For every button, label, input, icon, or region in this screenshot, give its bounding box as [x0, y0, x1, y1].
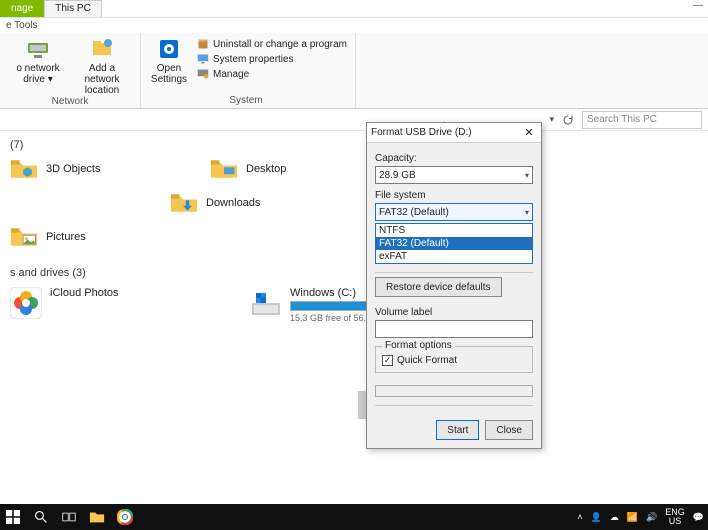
ribbon-label: Settings [151, 74, 187, 85]
ribbon-list-label: System properties [213, 54, 294, 65]
filesystem-select[interactable]: FAT32 (Default) ▾ [375, 203, 533, 221]
dialog-title: Format USB Drive (D:) [371, 127, 472, 138]
ribbon-group-label: Network [52, 96, 89, 107]
start-button[interactable] [4, 508, 22, 526]
drive-placeholder [358, 391, 366, 419]
file-explorer-taskbar[interactable] [88, 508, 106, 526]
network-drive-icon [26, 37, 50, 61]
notifications-icon[interactable]: 💬 [693, 512, 704, 523]
chevron-down-icon: ▾ [525, 171, 529, 180]
network-location-icon [90, 37, 114, 61]
folder-downloads[interactable]: Downloads [170, 191, 330, 215]
ribbon-group-label: System [229, 95, 262, 106]
folder-label: Desktop [246, 163, 286, 175]
windows-icon [6, 510, 20, 524]
task-view-button[interactable] [60, 508, 78, 526]
filesystem-label: File system [375, 190, 533, 201]
ribbon-list-label: Uninstall or change a program [213, 39, 347, 50]
quick-format-checkbox[interactable]: ✓ [382, 355, 393, 366]
separator [375, 405, 533, 406]
settings-icon [157, 37, 181, 61]
manage-button[interactable]: Manage [197, 67, 347, 81]
format-dialog: Format USB Drive (D:) ✕ Capacity: 28.9 G… [366, 122, 542, 449]
search-icon [34, 510, 48, 524]
close-dialog-button[interactable]: Close [485, 420, 533, 440]
map-network-drive-button[interactable]: o network drive ▾ [8, 37, 68, 85]
capacity-label: Capacity: [375, 153, 533, 164]
tray-cloud-icon[interactable]: ☁ [610, 512, 619, 523]
tray-network-icon[interactable]: 📶 [627, 512, 638, 523]
monitor-icon [197, 53, 209, 65]
taskbar: ˄ 👤 ☁ 📶 🔊 ENG US 💬 [0, 504, 708, 530]
manage-icon [197, 68, 209, 80]
capacity-select[interactable]: 28.9 GB ▾ [375, 166, 533, 184]
window-control[interactable]: ― [688, 0, 708, 18]
refresh-button[interactable] [560, 112, 576, 128]
lang-bottom: US [665, 517, 685, 526]
format-options-legend: Format options [382, 340, 455, 351]
ribbon: o network drive ▾ Add a network location… [0, 33, 708, 109]
folder-label: Pictures [46, 231, 86, 243]
close-button[interactable]: ✕ [521, 125, 537, 141]
system-properties-button[interactable]: System properties [197, 52, 347, 66]
folder-icon [210, 157, 238, 181]
ribbon-list-label: Manage [213, 69, 249, 80]
volume-label-input[interactable] [375, 320, 533, 338]
open-settings-button[interactable]: Open Settings [145, 37, 193, 85]
capacity-value: 28.9 GB [379, 170, 416, 181]
folder-icon [170, 191, 198, 215]
folder-label: 3D Objects [46, 163, 100, 175]
ribbon-label: Add a network [72, 63, 132, 85]
folder-pictures[interactable]: Pictures [10, 225, 170, 249]
separator [375, 272, 533, 273]
filesystem-option-exfat[interactable]: exFAT [376, 250, 532, 263]
format-options-fieldset: Format options ✓ Quick Format [375, 346, 533, 373]
filesystem-value: FAT32 (Default) [379, 207, 449, 218]
folder-3d-objects[interactable]: 3D Objects [10, 157, 170, 181]
folder-icon [10, 225, 38, 249]
icloud-icon [10, 287, 42, 319]
language-indicator[interactable]: ENG US [665, 508, 685, 526]
package-icon [197, 38, 209, 50]
start-button[interactable]: Start [436, 420, 479, 440]
ribbon-label: drive ▾ [23, 74, 52, 85]
folder-icon [10, 157, 38, 181]
ribbon-label: Open [157, 63, 181, 74]
chevron-down-icon[interactable]: ▾ [549, 114, 554, 125]
quick-format-label: Quick Format [397, 355, 457, 366]
filesystem-dropdown: NTFS FAT32 (Default) exFAT [375, 223, 533, 264]
disk-icon [250, 287, 282, 319]
search-input[interactable]: Search This PC [582, 111, 702, 129]
volume-label-label: Volume label [375, 307, 533, 318]
chrome-icon [117, 509, 133, 525]
chrome-taskbar[interactable] [116, 508, 134, 526]
tray-people-icon[interactable]: 👤 [591, 512, 602, 523]
tab-manage[interactable]: nage [0, 0, 44, 17]
folder-desktop[interactable]: Desktop [210, 157, 370, 181]
folders-section-header[interactable]: (7) [10, 139, 698, 151]
filesystem-option-fat32[interactable]: FAT32 (Default) [376, 237, 532, 250]
tray-up-icon[interactable]: ˄ [577, 512, 582, 522]
folder-icon [89, 509, 105, 525]
ribbon-label: location [85, 85, 119, 96]
chevron-down-icon: ▾ [525, 208, 529, 217]
subtab-drive-tools[interactable]: e Tools [0, 18, 708, 33]
add-network-location-button[interactable]: Add a network location [72, 37, 132, 96]
close-icon: ✕ [524, 126, 533, 139]
tray-volume-icon[interactable]: 🔊 [646, 512, 657, 523]
search-button[interactable] [32, 508, 50, 526]
filesystem-option-ntfs[interactable]: NTFS [376, 224, 532, 237]
drive-label: iCloud Photos [50, 287, 119, 299]
uninstall-program-button[interactable]: Uninstall or change a program [197, 37, 347, 51]
refresh-icon [562, 114, 574, 126]
tab-this-pc[interactable]: This PC [44, 0, 102, 17]
task-view-icon [62, 510, 76, 524]
drives-section-header[interactable]: s and drives (3) [10, 267, 698, 279]
ribbon-label: o network [16, 63, 59, 74]
progress-bar [375, 385, 533, 397]
restore-defaults-button[interactable]: Restore device defaults [375, 277, 502, 297]
drive-icloud-photos[interactable]: iCloud Photos [10, 287, 210, 323]
folder-label: Downloads [206, 197, 260, 209]
